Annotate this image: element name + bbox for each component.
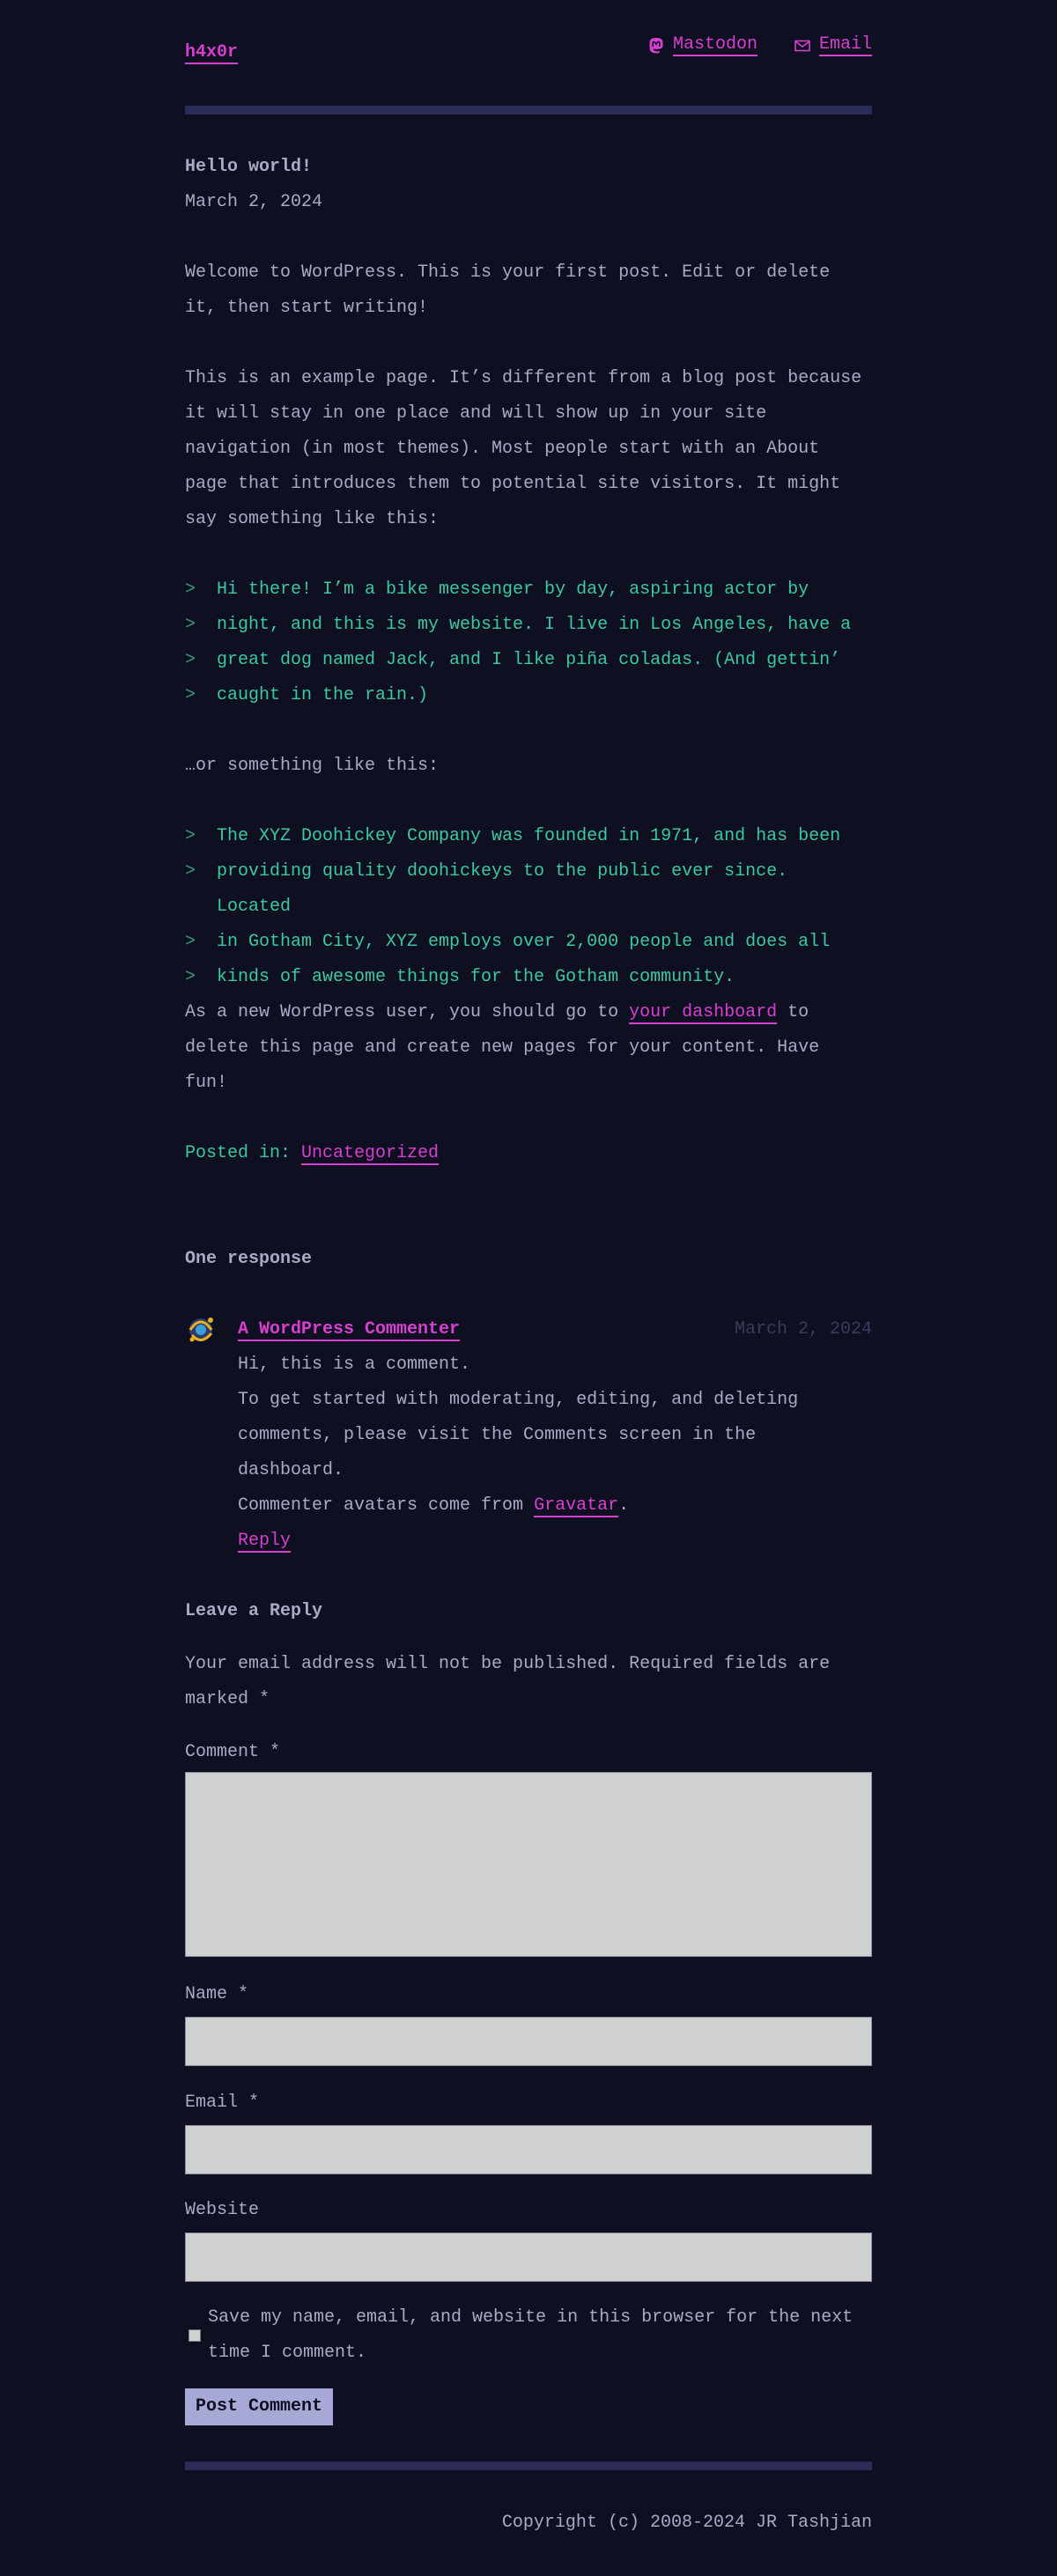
comment-label: Comment * (185, 1742, 281, 1762)
nav-label-mastodon[interactable]: Mastodon (672, 35, 758, 56)
website-input[interactable] (185, 2233, 872, 2282)
post-date: March 2, 2024 (185, 192, 323, 212)
or-text: …or something like this: (185, 756, 440, 776)
post-paragraph: This is an example page. It’s different … (185, 368, 862, 529)
post-title: Hello world! (185, 157, 313, 177)
reply-heading: Leave a Reply (185, 1601, 323, 1621)
avatar (188, 1318, 213, 1342)
save-info-checkbox[interactable] (188, 2329, 201, 2342)
comment-text-part: Commenter avatars come from (238, 1495, 535, 1516)
comment-text: Hi, this is a comment. (238, 1354, 471, 1375)
footer-copyright: Copyright (c) 2008-2024 JR Tashjian (501, 2513, 872, 2533)
name-input[interactable] (185, 2017, 872, 2066)
email-label: Email * (185, 2093, 260, 2113)
quote-line: great dog named Jack, and I like piña co… (217, 650, 841, 670)
comment-date[interactable]: March 2, 2024 (735, 1312, 872, 1347)
email-input[interactable] (185, 2125, 872, 2174)
nav-item-email[interactable]: Email (795, 35, 872, 56)
comment-author-link[interactable]: A WordPress Commenter (238, 1319, 461, 1341)
dashboard-link[interactable]: your dashboard (629, 1002, 778, 1024)
comments-heading: One response (185, 1249, 313, 1269)
quote-line: kinds of awesome things for the Gotham c… (217, 967, 735, 987)
nav-label-email[interactable]: Email (818, 35, 872, 56)
quote-line: providing quality doohickeys to the publ… (217, 861, 788, 917)
mail-icon (795, 40, 810, 52)
comment-header: A WordPress Commenter March 2, 2024 (238, 1312, 872, 1347)
name-label: Name * (185, 1984, 249, 2004)
comment-body: A WordPress Commenter March 2, 2024 Hi, … (238, 1312, 872, 1559)
comment-text-part: . (618, 1495, 630, 1516)
site-header: h4x0r Mastodon Email (185, 35, 872, 70)
mastodon-icon (649, 38, 663, 54)
post-comment-button[interactable]: Post Comment (185, 2388, 333, 2425)
site-title[interactable]: h4x0r (185, 35, 239, 70)
quote-line: in Gotham City, XYZ employs over 2,000 p… (217, 932, 831, 952)
post-intro: Welcome to WordPress. This is your first… (185, 262, 831, 318)
posted-in: Posted in: Uncategorized (185, 1136, 872, 1171)
site-title-link[interactable]: h4x0r (185, 42, 239, 64)
post-closing: As a new WordPress user, you should go t… (185, 995, 872, 1101)
header-divider (185, 106, 872, 114)
comment-text: To get started with moderating, editing,… (238, 1390, 799, 1480)
footer-divider (185, 2462, 872, 2470)
quote-line: night, and this is my website. I live in… (217, 615, 852, 635)
quote-line: The XYZ Doohickey Company was founded in… (217, 826, 841, 846)
gravatar-link[interactable]: Gravatar (534, 1495, 619, 1517)
blockquote-2: > The XYZ Doohickey Company was founded i… (185, 819, 872, 995)
header-nav: Mastodon Email (648, 35, 872, 56)
save-info-label: Save my name, email, and website in this… (208, 2307, 854, 2363)
website-label: Website (185, 2200, 260, 2220)
comment-text: Commenter avatars come from Gravatar. (238, 1488, 872, 1524)
blockquote-1: > Hi there! I’m a bike messenger by day, … (185, 572, 872, 713)
reply-link[interactable]: Reply (238, 1531, 292, 1553)
category-link[interactable]: Uncategorized (301, 1143, 440, 1165)
posted-in-label: Posted in: (185, 1143, 302, 1163)
closing-text: As a new WordPress user, you should go t… (185, 1002, 630, 1022)
quote-line: Hi there! I’m a bike messenger by day, a… (217, 579, 809, 600)
reply-notice: Your email address will not be published… (185, 1654, 831, 1709)
quote-line: caught in the rain.) (217, 685, 429, 705)
comment-textarea[interactable] (185, 1772, 872, 1957)
nav-item-mastodon[interactable]: Mastodon (648, 35, 758, 56)
